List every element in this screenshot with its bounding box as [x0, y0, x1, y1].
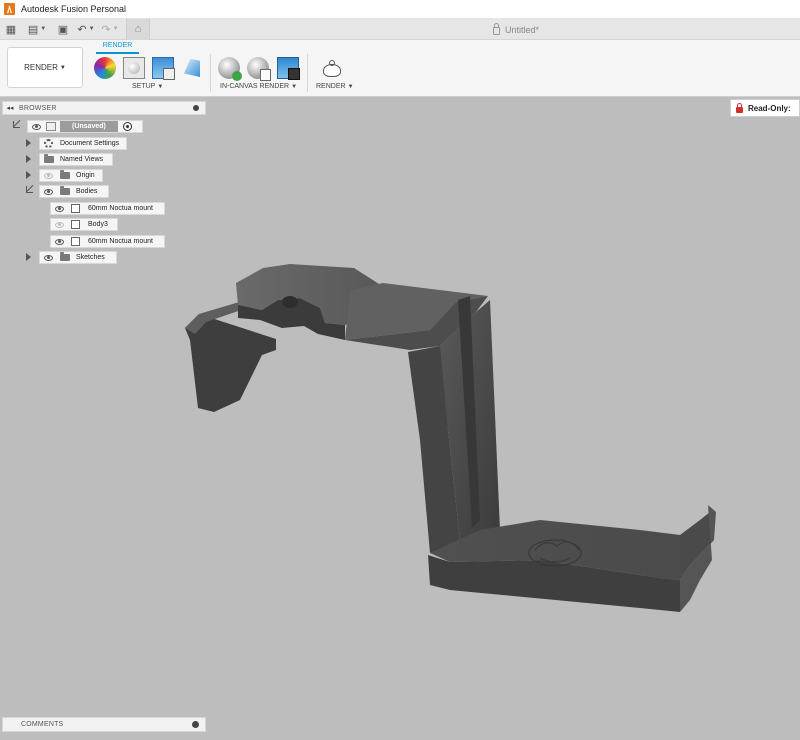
component-icon — [46, 122, 56, 131]
browser-panel-header[interactable]: ◂◂ BROWSER — [2, 101, 206, 115]
model-bracket-hole — [282, 296, 298, 308]
visibility-eye-icon[interactable] — [44, 172, 53, 179]
visibility-eye-icon[interactable] — [55, 205, 64, 212]
redo-icon[interactable]: ↷ ▼ — [98, 19, 122, 40]
origin-item[interactable]: Origin — [39, 169, 103, 182]
document-settings-item[interactable]: Document Settings — [39, 137, 127, 150]
body-item[interactable]: Body3 — [50, 218, 118, 231]
file-menu-button[interactable]: ▤ ▼ — [22, 19, 52, 40]
visibility-eye-icon[interactable] — [32, 123, 41, 130]
body-icon — [71, 204, 80, 213]
comments-panel[interactable]: COMMENTS — [2, 717, 206, 732]
collapsed-toggle-icon[interactable] — [26, 154, 34, 164]
headphone-stand-model[interactable] — [0, 97, 800, 740]
canvas-viewport[interactable] — [0, 97, 800, 740]
appearance-icon[interactable] — [94, 57, 116, 79]
in-canvas-render-group-label[interactable]: IN-CANVAS RENDER ▼ — [220, 83, 297, 90]
visibility-eye-icon[interactable] — [44, 254, 53, 261]
root-component[interactable]: (Unsaved) — [27, 120, 143, 133]
toolbar-divider — [307, 54, 308, 92]
collapse-panel-icon[interactable]: ◂◂ — [3, 104, 17, 112]
title-bar: Autodesk Fusion Personal — [0, 0, 800, 19]
toolbar-divider — [210, 54, 211, 92]
folder-icon — [60, 186, 70, 195]
render-group-label[interactable]: RENDER ▼ — [316, 83, 354, 90]
browser-title: BROWSER — [19, 104, 57, 112]
document-tab[interactable]: Untitled* — [493, 19, 539, 40]
decal-icon[interactable] — [181, 57, 203, 79]
document-tab-title: Untitled* — [505, 24, 540, 35]
window-title: Autodesk Fusion Personal — [21, 4, 127, 14]
body-item[interactable]: 60mm Noctua mount — [50, 202, 165, 215]
body-icon — [71, 220, 80, 229]
bodies-folder[interactable]: Bodies — [39, 185, 109, 198]
expanded-toggle-icon[interactable] — [13, 121, 21, 131]
root-component-label: (Unsaved) — [60, 121, 118, 132]
collapsed-toggle-icon[interactable] — [26, 170, 34, 180]
undo-icon[interactable]: ↶ ▼ — [74, 19, 98, 40]
browser-options-icon[interactable] — [193, 105, 199, 111]
named-views-item[interactable]: Named Views — [39, 153, 113, 166]
folder-icon — [60, 252, 70, 261]
collapsed-toggle-icon[interactable] — [26, 138, 34, 148]
capture-image-icon[interactable] — [277, 57, 300, 80]
add-comment-icon[interactable] — [192, 721, 199, 728]
lock-icon — [736, 103, 743, 113]
workspace-switcher-button[interactable]: RENDER ▼ — [7, 47, 83, 88]
tab-render[interactable]: RENDER — [96, 42, 139, 54]
activate-radio-icon[interactable] — [122, 122, 132, 131]
in-canvas-render-icon[interactable] — [218, 57, 242, 81]
folder-icon — [60, 170, 70, 179]
sketches-folder[interactable]: Sketches — [39, 251, 117, 264]
scene-settings-icon[interactable] — [123, 57, 145, 79]
body-item[interactable]: 60mm Noctua mount — [50, 235, 165, 248]
read-only-badge[interactable]: Read-Only: — [730, 99, 800, 117]
render-teapot-icon[interactable] — [320, 57, 342, 79]
fusion-logo-icon — [4, 3, 15, 15]
collapsed-toggle-icon[interactable] — [26, 252, 34, 262]
folder-icon — [44, 154, 54, 163]
visibility-eye-icon[interactable] — [55, 238, 64, 245]
expanded-toggle-icon[interactable] — [26, 186, 34, 196]
read-only-label: Read-Only: — [748, 103, 791, 113]
visibility-eye-icon[interactable] — [44, 188, 53, 195]
comments-title: COMMENTS — [21, 721, 64, 728]
visibility-eye-icon[interactable] — [55, 221, 64, 228]
body-icon — [71, 237, 80, 246]
quick-access-toolbar: ▦ ▤ ▼ ▣ ↶ ▼ ↷ ▼ ⌂ Untitled* — [0, 18, 800, 40]
ribbon-toolbar: RENDER ▼ RENDER SETUP ▼ IN-CANVAS RENDER ▼ … — [0, 40, 800, 97]
home-tab-icon[interactable]: ⌂ — [126, 18, 150, 40]
in-canvas-render-settings-icon[interactable] — [247, 57, 271, 81]
lock-icon — [493, 22, 500, 35]
gear-icon — [44, 139, 53, 148]
save-icon[interactable]: ▣ — [52, 19, 74, 40]
workspace-label: RENDER — [24, 63, 58, 72]
data-panel-grid-icon[interactable]: ▦ — [0, 19, 22, 40]
texture-map-icon[interactable] — [152, 57, 175, 80]
setup-group-label[interactable]: SETUP ▼ — [132, 83, 163, 90]
